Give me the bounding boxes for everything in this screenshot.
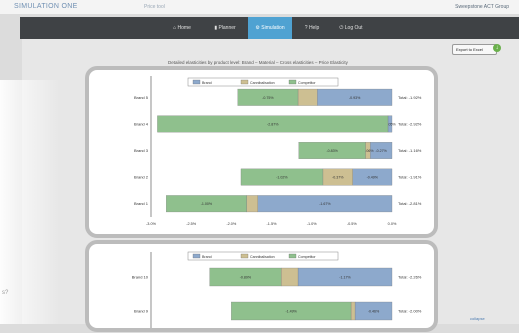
x-tick-label: -2.0% (226, 222, 237, 226)
category-label: Brand 5 (134, 95, 149, 100)
export-excel-button[interactable]: Export to Excel (452, 44, 497, 55)
x-tick-label: -1.0% (307, 222, 318, 226)
legend-swatch (192, 79, 201, 85)
legend-label: Cannibalisation (250, 81, 275, 85)
elasticity-chart-2: Brand Cannibalisation Competitor Brand 10 -1… (132, 251, 422, 328)
legend-label: Competitor (298, 81, 316, 85)
tab-home-label: Home (177, 25, 191, 31)
tab-planner[interactable]: ▮ Planner (205, 17, 245, 39)
bar-data-label: -0.27% (375, 149, 387, 153)
tab-simulation[interactable]: ⚙ Simulation (248, 17, 292, 39)
bar-data-label: -0.75% (262, 96, 274, 100)
app-subtitle: Price tool (144, 4, 165, 10)
elasticity-panel-1: Brand Cannibalisation Competitor Brand 5 -0.… (85, 66, 438, 238)
bar-data-label: -1.17% (339, 276, 351, 280)
category-label: Brand 10 (132, 275, 149, 280)
legend-swatch (192, 253, 201, 259)
legend-swatch (240, 79, 249, 85)
tab-simulation-label: Simulation (261, 25, 285, 31)
elasticity-panel-2: Brand Cannibalisation Competitor Brand 10 -1… (85, 240, 438, 332)
tab-planner-label: Planner (218, 25, 236, 31)
legend-swatch (240, 253, 249, 259)
bar-data-label: -0.83% (326, 149, 338, 153)
total-label: Total: -2.81% (398, 201, 422, 206)
bar-data-label: -1.49% (285, 310, 297, 314)
bar-data-label: -1.67% (319, 202, 331, 206)
x-tick-label: -0.5% (347, 222, 358, 226)
legend-swatch (288, 79, 297, 85)
main-nav: ⌂ Home ▮ Planner ⚙ Simulation ? Help ⏻ L… (20, 17, 519, 39)
bar-segment (246, 195, 258, 213)
help-question-glyph: s? (2, 290, 9, 296)
x-tick-label: -2.5% (186, 222, 197, 226)
category-label: Brand 2 (134, 175, 149, 180)
total-label: Total: -2.26% (398, 275, 422, 280)
bar-data-label: -0.93% (349, 96, 361, 100)
left-fade (0, 80, 60, 324)
app-logo: SIMULATION ONE (14, 3, 78, 10)
category-label: Brand 9 (134, 309, 149, 314)
category-label: Brand 1 (134, 201, 149, 206)
tab-help-label: Help (308, 25, 320, 31)
top-bar: SIMULATION ONE Price tool Sweepstone ACT… (0, 0, 519, 14)
total-label: Total: -1.91% (398, 175, 422, 180)
tab-help[interactable]: ? Help (296, 17, 328, 39)
category-label: Brand 4 (134, 121, 149, 126)
tab-home[interactable]: ⌂ Home (165, 17, 199, 39)
bar-data-label: -0.46% (368, 310, 380, 314)
collapse-link[interactable]: collapse (470, 316, 485, 321)
bar-segment (297, 88, 318, 106)
elasticity-chart-1: Brand Cannibalisation Competitor Brand 5 -0.… (134, 76, 422, 226)
excel-export-icon[interactable]: ↓ (493, 44, 501, 52)
legend-label: Competitor (298, 255, 316, 259)
total-label: Total: -2.00% (398, 309, 422, 314)
total-label: Total: -1.16% (398, 148, 422, 153)
x-tick-label: 0.0% (388, 222, 397, 226)
tab-logout-label: Log Out (344, 25, 363, 31)
bar-data-label: -2.87% (267, 122, 279, 126)
x-tick-label: -1.5% (267, 222, 278, 226)
total-label: Total: -2.92% (398, 121, 422, 126)
bar-data-label: -0.37% (332, 176, 344, 180)
tab-logout[interactable]: ⏻ Log Out (332, 17, 370, 39)
bar-data-label: -0.49% (367, 176, 379, 180)
legend-swatch (288, 253, 297, 259)
company-brand: Sweepstone ACT Group (455, 4, 509, 10)
breadcrumb: Detailed elasticities by product level: … (168, 60, 348, 65)
category-label: Brand 3 (134, 148, 149, 153)
bar-data-label: -1.00% (201, 202, 213, 206)
x-tick-label: -3.0% (146, 222, 157, 226)
bar-data-label: -0.89% (240, 276, 252, 280)
bar-data-label: -1.02% (276, 176, 288, 180)
legend-label: Brand (202, 81, 212, 85)
legend-label: Cannibalisation (250, 255, 275, 259)
total-label: Total: -1.92% (398, 95, 422, 100)
legend-label: Brand (202, 255, 212, 259)
bar-segment (280, 267, 299, 287)
bar-segment (350, 301, 356, 321)
